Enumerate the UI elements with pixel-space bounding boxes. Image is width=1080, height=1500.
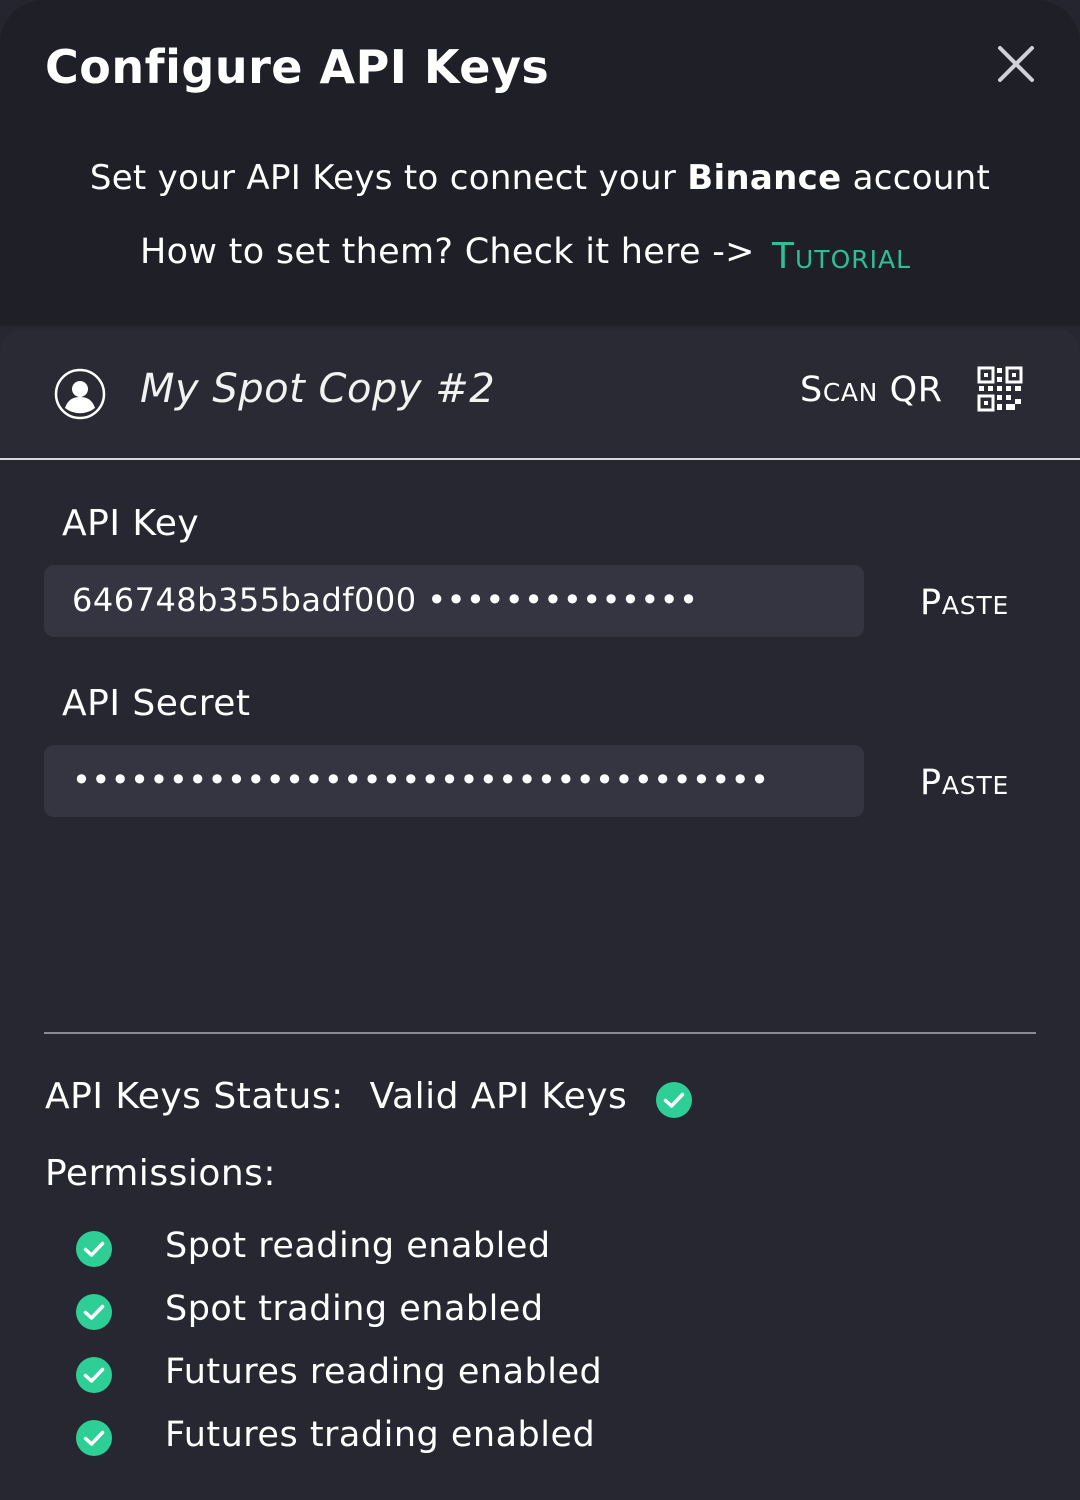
check-circle-icon [76, 1357, 112, 1393]
howto-text: How to set them? Check it here -> [140, 232, 755, 272]
user-avatar-icon [54, 368, 106, 420]
permission-label: Futures trading enabled [165, 1415, 596, 1455]
api-key-input[interactable]: 646748b355badf000 •••••••••••••• [44, 565, 864, 637]
api-secret-paste-button[interactable]: Paste [920, 763, 1009, 803]
api-secret-input[interactable]: •••••••••••••••••••••••••••••••••••• [44, 745, 864, 817]
check-circle-icon [76, 1420, 112, 1456]
api-key-label: API Key [62, 503, 200, 544]
exchange-name: Binance [687, 158, 842, 198]
api-key-paste-button[interactable]: Paste [920, 583, 1009, 623]
intro-prefix: Set your API Keys to connect your [89, 158, 688, 198]
configure-api-keys-modal: Configure API Keys Set your API Keys to … [0, 0, 1080, 1500]
permission-item: Spot reading enabled [75, 1226, 775, 1270]
qr-code-icon[interactable] [977, 366, 1023, 412]
tutorial-link[interactable]: Tutorial [772, 236, 911, 277]
intro-text: Set your API Keys to connect your Binanc… [0, 158, 1080, 198]
permission-item: Futures trading enabled [75, 1415, 775, 1459]
account-row: My Spot Copy #2 Scan QR [0, 330, 1080, 460]
check-circle-icon [76, 1231, 112, 1267]
account-name[interactable]: My Spot Copy #2 [140, 366, 495, 412]
section-divider [44, 1032, 1036, 1034]
modal-header: Configure API Keys Set your API Keys to … [0, 0, 1080, 326]
permissions-title: Permissions: [45, 1153, 277, 1194]
permission-label: Spot reading enabled [165, 1226, 551, 1266]
permission-item: Futures reading enabled [75, 1352, 775, 1396]
permission-item: Spot trading enabled [75, 1289, 775, 1333]
close-icon[interactable] [994, 42, 1038, 86]
check-circle-icon [76, 1294, 112, 1330]
check-circle-icon [656, 1082, 692, 1118]
api-keys-status: API Keys Status: Valid API Keys [45, 1076, 627, 1117]
api-secret-label: API Secret [62, 683, 251, 724]
scan-qr-button[interactable]: Scan QR [800, 370, 943, 410]
permission-label: Futures reading enabled [165, 1352, 603, 1392]
status-label: API Keys Status: [45, 1076, 344, 1117]
intro-suffix: account [841, 158, 991, 198]
permission-label: Spot trading enabled [165, 1289, 544, 1329]
status-value: Valid API Keys [369, 1076, 628, 1117]
modal-title: Configure API Keys [45, 40, 550, 94]
